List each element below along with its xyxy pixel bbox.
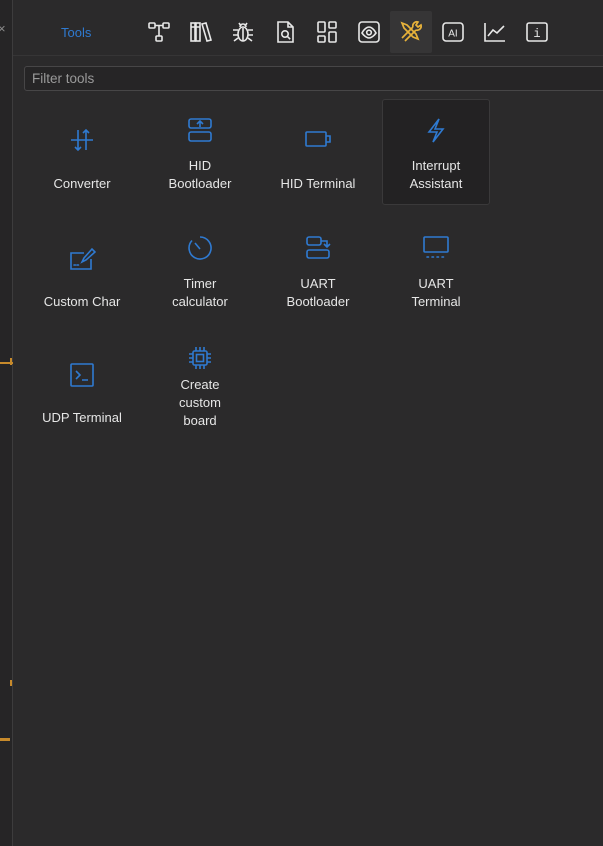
- tool-label: Converter: [53, 176, 111, 191]
- tab-search-docs[interactable]: [264, 11, 306, 53]
- hid-terminal-icon: [304, 125, 332, 153]
- ai-icon: AI: [442, 22, 464, 42]
- tool-label: Timer calculator: [172, 276, 228, 309]
- grid-widgets-icon: [317, 21, 337, 43]
- hierarchy-icon: [148, 22, 170, 42]
- tab-tools[interactable]: [390, 11, 432, 53]
- tab-info[interactable]: i: [516, 11, 558, 53]
- tool-interrupt-assistant[interactable]: Interrupt Assistant: [382, 99, 490, 205]
- tab-charts[interactable]: [474, 11, 516, 53]
- tool-create-custom-board[interactable]: Create custom board: [146, 335, 254, 441]
- tools-header: Tools AI i: [13, 0, 603, 56]
- tool-converter[interactable]: Converter: [28, 99, 136, 205]
- tool-label: UART Bootloader: [286, 276, 350, 309]
- tool-label: Custom Char: [43, 294, 121, 309]
- document-search-icon: [277, 21, 294, 43]
- library-books-icon: [190, 22, 213, 42]
- hid-bootloader-icon: [186, 116, 214, 144]
- tool-hid-bootloader[interactable]: HID Bootloader: [146, 99, 254, 205]
- tab-view[interactable]: [348, 11, 390, 53]
- tool-hid-terminal[interactable]: HID Terminal: [264, 99, 372, 205]
- tool-uart-terminal[interactable]: UART Terminal: [382, 217, 490, 323]
- close-icon[interactable]: ×: [0, 21, 8, 37]
- tools-wrench-icon: [400, 20, 423, 42]
- timer-icon: [186, 234, 214, 262]
- editor-gutter-edge: ×: [0, 0, 13, 846]
- udp-terminal-icon: [68, 361, 96, 389]
- tool-label: UDP Terminal: [42, 410, 122, 425]
- tab-debug[interactable]: [222, 11, 264, 53]
- gutter-marker: [10, 358, 12, 365]
- tool-label: Interrupt Assistant: [409, 158, 463, 191]
- info-icon: i: [526, 22, 548, 42]
- chip-icon: [186, 344, 214, 372]
- gutter-marker: [0, 738, 10, 741]
- panel-title: Tools: [61, 25, 92, 40]
- converter-arrows-icon: [68, 126, 96, 154]
- info-label: i: [533, 27, 540, 41]
- tab-hierarchy[interactable]: [138, 11, 180, 53]
- filter-tools-input[interactable]: [24, 66, 603, 91]
- tool-timer-calculator[interactable]: Timer calculator: [146, 217, 254, 323]
- tool-label: UART Terminal: [411, 276, 461, 309]
- tool-custom-char[interactable]: Custom Char: [28, 217, 136, 323]
- ai-label: AI: [448, 29, 457, 40]
- tool-uart-bootloader[interactable]: UART Bootloader: [264, 217, 372, 323]
- custom-char-edit-icon: [68, 245, 97, 273]
- tab-ai[interactable]: AI: [432, 11, 474, 53]
- uart-terminal-icon: [422, 234, 450, 262]
- tool-udp-terminal[interactable]: UDP Terminal: [28, 335, 136, 441]
- gutter-marker: [10, 680, 12, 686]
- bug-icon: [233, 22, 253, 42]
- lightning-icon: [422, 116, 450, 144]
- eye-camera-icon: [358, 21, 380, 43]
- uart-bootloader-icon: [304, 234, 332, 262]
- tool-label: Create custom board: [179, 377, 221, 428]
- tool-label: HID Terminal: [280, 176, 356, 191]
- tools-panel: × Tools AI i Filter tools Converter HID …: [0, 0, 603, 846]
- line-chart-icon: [484, 23, 505, 42]
- tab-libraries[interactable]: [180, 11, 222, 53]
- tab-widgets[interactable]: [306, 11, 348, 53]
- tool-label: HID Bootloader: [168, 158, 232, 191]
